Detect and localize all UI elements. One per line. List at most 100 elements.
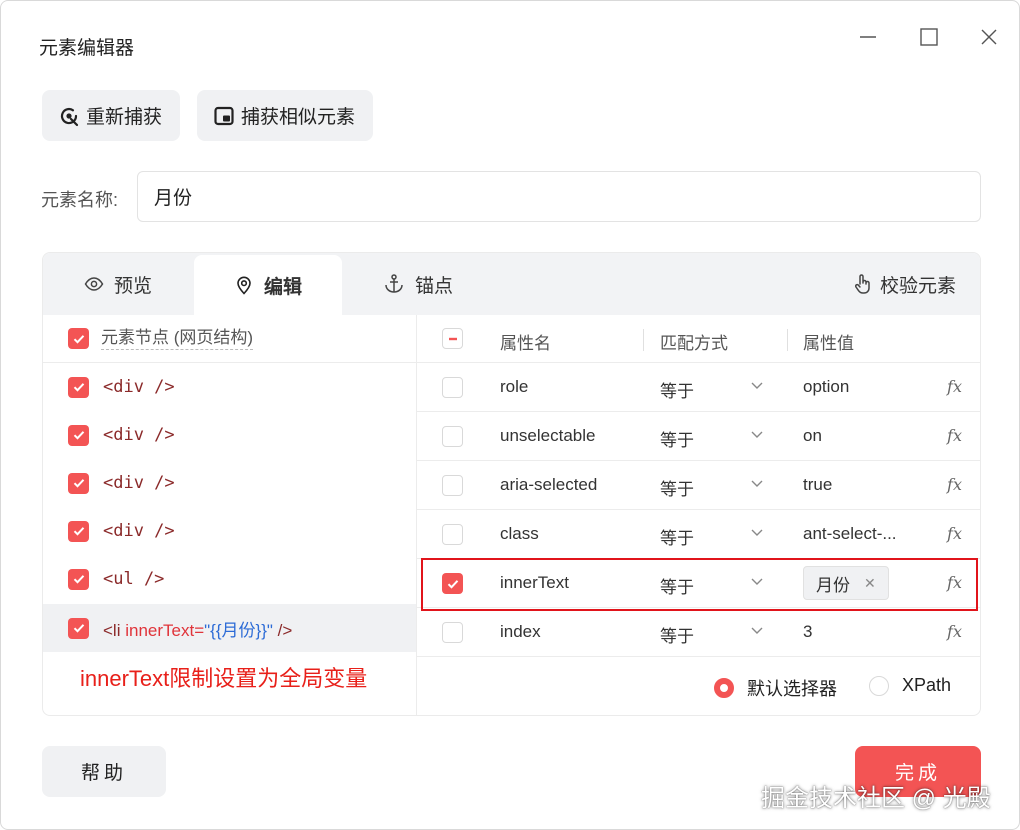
recapture-icon [60,107,79,126]
column-match: 匹配方式 [660,334,728,353]
location-pin-icon [237,276,251,295]
recapture-label: 重新捕获 [86,107,163,128]
node-attr-value: "{{月份}}" [204,620,273,640]
tree-node[interactable]: <div /> [43,411,416,459]
node-tag-prefix: <li [103,620,126,640]
annotation-text: innerText限制设置为全局变量 [80,666,368,691]
attr-value[interactable]: 3 [803,622,812,642]
node-checkbox[interactable] [68,617,89,639]
window-title: 元素编辑器 [39,38,135,59]
column-divider [643,329,644,351]
close-button[interactable] [975,23,1003,51]
chevron-down-icon[interactable] [750,475,764,495]
node-tag: <li innerText="{{月份}}" /> [103,616,292,641]
capture-similar-button[interactable]: 捕获相似元素 [197,90,374,141]
validate-element-button[interactable]: 校验元素 [852,253,956,315]
tree-node[interactable]: <div /> [43,507,416,555]
table-row: class 等于 ant-select-... fx [417,510,980,559]
capture-similar-icon [214,106,234,125]
function-icon[interactable]: fx [947,377,962,396]
match-select[interactable]: 等于 [660,426,694,451]
tab-edit-label: 编辑 [263,276,302,298]
recapture-button[interactable]: 重新捕获 [42,90,181,141]
node-tag-suffix: /> [272,620,293,640]
highlight-box [421,558,978,611]
attr-value[interactable]: ant-select-... [803,524,897,544]
default-selector-radio[interactable]: 默认选择器 [714,675,837,701]
checkmark-icon [73,527,84,536]
select-all-nodes-checkbox[interactable] [68,328,89,349]
attribute-table-header: 属性名 匹配方式 属性值 [417,315,980,363]
column-attr-value: 属性值 [803,334,854,353]
tab-preview-label: 预览 [113,275,152,297]
chevron-down-icon[interactable] [750,622,764,642]
match-select[interactable]: 等于 [660,524,694,549]
attr-checkbox[interactable] [442,475,463,496]
minimize-button[interactable] [854,23,882,51]
help-button[interactable]: 帮助 [42,746,166,797]
node-checkbox[interactable] [68,568,89,590]
chevron-down-icon[interactable] [750,377,764,397]
checkmark-icon [73,624,84,633]
attr-name: role [500,377,529,396]
checkmark-icon [73,431,84,440]
tree-node[interactable]: <ul /> [43,555,416,603]
tab-anchor-label: 锚点 [414,275,453,297]
attr-name: index [500,622,541,641]
attr-checkbox[interactable] [442,622,463,643]
element-name-label: 元素名称: [41,190,119,210]
tab-anchor[interactable]: 锚点 [343,253,493,315]
chevron-down-icon[interactable] [750,426,764,446]
match-select[interactable]: 等于 [660,377,694,402]
capture-similar-label: 捕获相似元素 [241,107,356,128]
tab-bar: 预览 编辑 锚点 校验元素 [43,253,980,315]
close-icon [981,29,997,45]
attr-checkbox[interactable] [442,426,463,447]
node-tag: <div /> [103,425,175,445]
node-checkbox[interactable] [68,424,89,446]
xpath-radio[interactable]: XPath [869,675,951,696]
column-attr-name: 属性名 [500,334,551,353]
chevron-down-icon[interactable] [750,524,764,544]
attr-value[interactable]: true [803,475,832,495]
attr-value[interactable]: option [803,377,849,397]
maximize-button[interactable] [915,23,943,51]
match-select[interactable]: 等于 [660,622,694,647]
tree-node-selected[interactable]: <li innerText="{{月份}}" /> [43,604,416,652]
function-icon[interactable]: fx [947,475,962,494]
attr-checkbox[interactable] [442,377,463,398]
node-checkbox[interactable] [68,376,89,398]
node-attr-name: innerText [125,620,195,640]
attr-name: aria-selected [500,475,598,494]
attr-checkbox[interactable] [442,524,463,545]
radio-checked-icon [714,678,734,698]
xpath-label: XPath [902,675,952,695]
tree-node[interactable]: <div /> [43,459,416,507]
element-tree-header: 元素节点 (网页结构) [43,315,416,363]
node-tag: <ul /> [103,569,165,589]
checkmark-icon [73,575,84,584]
checkmark-icon [73,334,84,344]
function-icon[interactable]: fx [947,524,962,543]
table-row: index 等于 3 fx [417,608,980,657]
element-name-input[interactable] [137,171,981,222]
title-bar: 元素编辑器 [1,1,1019,81]
tree-node[interactable]: <div /> [43,363,416,411]
attr-value[interactable]: on [803,426,822,446]
select-all-attrs-checkbox[interactable] [442,328,463,349]
match-select[interactable]: 等于 [660,475,694,500]
tab-preview[interactable]: 预览 [43,253,193,315]
hand-pointer-icon [854,274,870,294]
table-row: role 等于 option fx [417,363,980,412]
node-attr-eq: = [194,620,205,640]
watermark: 掘金技术社区 @ 光殿 [761,785,991,812]
eye-icon [84,277,104,291]
attr-name: class [500,524,539,543]
function-icon[interactable]: fx [947,426,962,445]
element-tree-header-label: 元素节点 (网页结构) [101,327,254,350]
tab-edit[interactable]: 编辑 [194,255,342,315]
function-icon[interactable]: fx [947,622,962,641]
maximize-icon [920,28,938,46]
node-checkbox[interactable] [68,472,89,494]
node-checkbox[interactable] [68,520,89,542]
